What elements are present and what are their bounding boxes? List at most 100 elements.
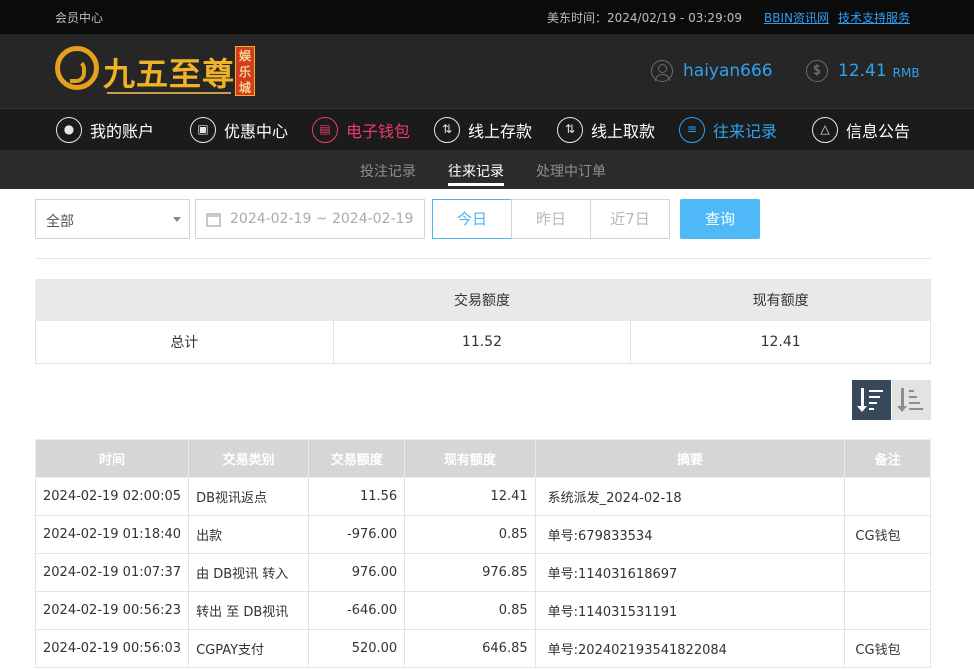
- active-tab-indicator: [448, 183, 504, 186]
- table-row: 2024-02-19 00:56:23 转出 至 DB视讯 -646.00 0.…: [34, 591, 931, 630]
- table-row: 2024-02-19 02:00:05 DB视讯返点 11.56 12.41 系…: [34, 477, 931, 516]
- cell-summary: 单号:679833534: [534, 515, 846, 554]
- eastern-time-label: 美东时间：2024/02/19 - 03:29:09: [547, 11, 743, 25]
- tab-transaction-records[interactable]: 往来记录: [448, 161, 504, 181]
- nav-item-promotions[interactable]: ▣ 优惠中心: [190, 117, 288, 143]
- username: haiyan666: [683, 61, 773, 81]
- wallet-icon: ▤: [312, 117, 338, 143]
- cell-summary: 单号:114031618697: [534, 553, 846, 592]
- cell-summary: 系统派发_2024-02-18: [534, 477, 846, 516]
- table-row: 2024-02-19 01:07:37 由 DB视讯 转入 976.00 976…: [34, 553, 931, 592]
- yesterday-button[interactable]: 昨日: [511, 199, 591, 239]
- chevron-down-icon: [173, 217, 181, 222]
- summary-header-trade: 交易额度: [332, 279, 632, 321]
- cell-balance: 0.85: [404, 591, 536, 630]
- cell-note: [844, 591, 931, 630]
- nav-item-label: 电子钱包: [346, 122, 411, 141]
- cell-time: 2024-02-19 00:56:03: [34, 629, 190, 668]
- col-time: 时间: [34, 439, 190, 478]
- user-avatar-icon: [651, 60, 673, 82]
- cell-amount: -646.00: [308, 591, 406, 630]
- nav-item-label: 往来记录: [713, 122, 778, 141]
- col-amount: 交易额度: [308, 439, 406, 478]
- col-note: 备注: [844, 439, 931, 478]
- summary-header-blank: [35, 279, 334, 321]
- nav-item-e-wallet[interactable]: ▤ 电子钱包: [312, 117, 410, 143]
- cell-note: CG钱包: [844, 629, 931, 668]
- gift-icon: ▣: [190, 117, 216, 143]
- cell-time: 2024-02-19 01:18:40: [34, 515, 190, 554]
- withdraw-icon: ⇅: [557, 117, 583, 143]
- logo-underline: [107, 92, 231, 94]
- cell-summary: 单号:114031531191: [534, 591, 846, 630]
- table-row: 2024-02-19 01:18:40 出款 -976.00 0.85 单号:6…: [34, 515, 931, 554]
- last-7-days-button[interactable]: 近7日: [590, 199, 670, 239]
- nav-item-label: 线上存款: [468, 122, 533, 141]
- calendar-icon: [206, 213, 221, 227]
- member-center-link[interactable]: 会员中心: [55, 9, 103, 26]
- category-select[interactable]: 全部: [35, 199, 190, 239]
- col-summary: 摘要: [534, 439, 846, 478]
- nav-item-label: 信息公告: [846, 122, 911, 141]
- nav-item-label: 线上取款: [591, 122, 656, 141]
- nav-item-announcements[interactable]: △ 信息公告: [812, 117, 910, 143]
- cell-amount: -976.00: [308, 515, 406, 554]
- date-range-input[interactable]: 2024-02-19 ~ 2024-02-19: [195, 199, 425, 239]
- nav-item-label: 我的账户: [90, 122, 155, 141]
- date-range-value: 2024-02-19 ~ 2024-02-19: [230, 211, 414, 227]
- summary-trade-total: 11.52: [332, 320, 632, 364]
- col-type: 交易类别: [188, 439, 310, 478]
- sort-descending-icon[interactable]: [852, 380, 891, 420]
- nav-item-online-deposit[interactable]: ⇅ 线上存款: [434, 117, 532, 143]
- divider: [35, 258, 931, 259]
- cell-summary: 单号:202402193541822084: [534, 629, 846, 668]
- nav-item-label: 优惠中心: [224, 122, 289, 141]
- user-info[interactable]: haiyan666: [651, 60, 773, 82]
- records-table: 时间 交易类别 交易额度 现有额度 摘要 备注 2024-02-19 02:00…: [34, 439, 931, 668]
- bbin-info-link[interactable]: BBIN资讯网: [764, 9, 829, 26]
- logo-emblem-icon: [55, 46, 99, 90]
- tab-bet-records[interactable]: 投注记录: [360, 161, 416, 181]
- balance-info: $ 12.41 RMB: [806, 60, 920, 82]
- site-logo[interactable]: 九五至尊 娱乐城: [55, 44, 255, 100]
- cell-balance: 646.85: [404, 629, 536, 668]
- query-button[interactable]: 查询: [680, 199, 760, 239]
- cell-type: 由 DB视讯 转入: [188, 553, 310, 592]
- top-bar: 会员中心 美东时间：2024/02/19 - 03:29:09 BBIN资讯网 …: [0, 0, 974, 34]
- category-select-value: 全部: [46, 214, 74, 230]
- bell-icon: △: [812, 117, 838, 143]
- tab-pending-orders[interactable]: 处理中订单: [536, 161, 606, 181]
- cell-time: 2024-02-19 01:07:37: [34, 553, 190, 592]
- user-icon: ●: [56, 117, 82, 143]
- cell-note: CG钱包: [844, 515, 931, 554]
- summary-table: 交易额度 现有额度 总计 11.52 12.41: [35, 279, 931, 364]
- nav-item-online-withdraw[interactable]: ⇅ 线上取款: [557, 117, 655, 143]
- cell-type: DB视讯返点: [188, 477, 310, 516]
- main-nav: ● 我的账户 ▣ 优惠中心 ▤ 电子钱包 ⇅ 线上存款 ⇅ 线上取款 ≡ 往来记…: [0, 108, 974, 150]
- nav-item-my-account[interactable]: ● 我的账户: [56, 117, 154, 143]
- balance-amount: 12.41: [838, 61, 887, 81]
- nav-item-transaction-records[interactable]: ≡ 往来记录: [679, 117, 777, 143]
- summary-total-label: 总计: [35, 320, 334, 364]
- tech-support-link[interactable]: 技术支持服务: [838, 9, 910, 26]
- dollar-icon: $: [806, 60, 828, 82]
- header: 九五至尊 娱乐城 haiyan666 $ 12.41 RMB: [0, 34, 974, 108]
- cell-type: 转出 至 DB视讯: [188, 591, 310, 630]
- logo-text: 九五至尊: [103, 55, 236, 93]
- sort-ascending-icon[interactable]: [892, 380, 931, 420]
- cell-amount: 520.00: [308, 629, 406, 668]
- cell-balance: 976.85: [404, 553, 536, 592]
- cell-balance: 0.85: [404, 515, 536, 554]
- cell-balance: 12.41: [404, 477, 536, 516]
- table-row: 2024-02-19 00:56:03 CGPAY支付 520.00 646.8…: [34, 629, 931, 668]
- summary-current-total: 12.41: [630, 320, 931, 364]
- today-button[interactable]: 今日: [432, 199, 512, 239]
- filter-bar: 全部 2024-02-19 ~ 2024-02-19 今日 昨日 近7日 查询: [35, 199, 931, 239]
- summary-header-current: 现有额度: [630, 279, 931, 321]
- sort-toggle: [852, 380, 931, 420]
- col-balance: 现有额度: [404, 439, 536, 478]
- cell-time: 2024-02-19 02:00:05: [34, 477, 190, 516]
- cell-type: CGPAY支付: [188, 629, 310, 668]
- deposit-icon: ⇅: [434, 117, 460, 143]
- cell-amount: 11.56: [308, 477, 406, 516]
